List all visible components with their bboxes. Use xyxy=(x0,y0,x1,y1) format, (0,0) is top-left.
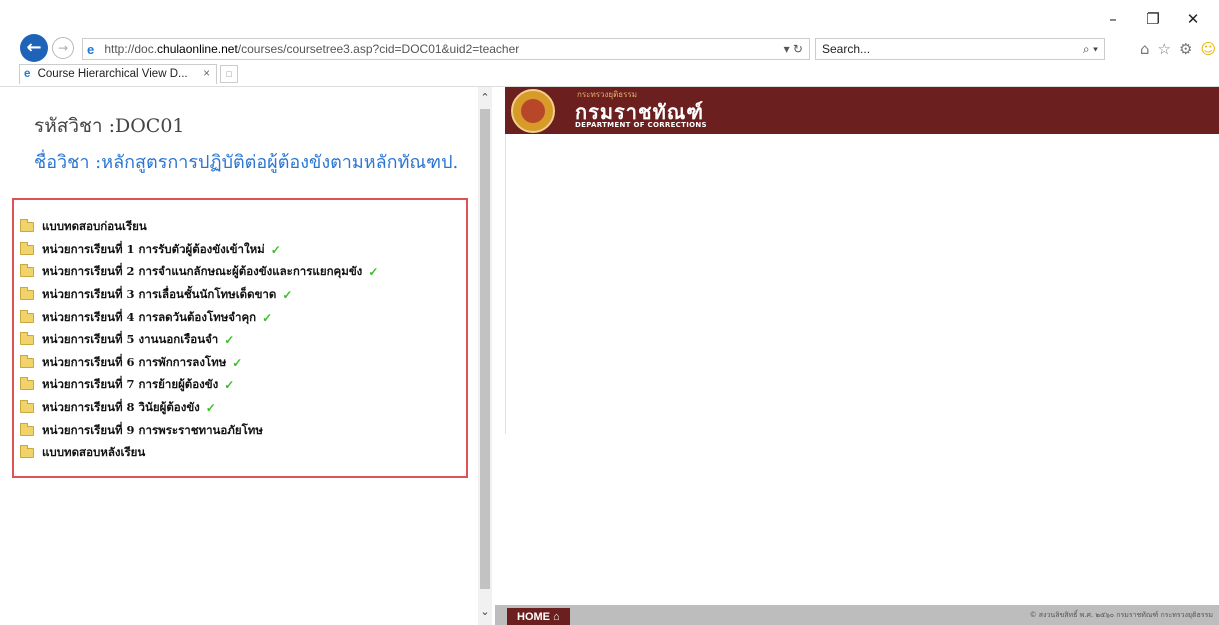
course-tree-box: แบบทดสอบก่อนเรียน หน่วยการเรียนที่ 1 การ… xyxy=(12,198,468,478)
folder-icon xyxy=(20,287,34,301)
tab-close-icon[interactable]: × xyxy=(203,65,210,84)
scroll-down-arrow-icon[interactable]: ⌄ xyxy=(478,605,492,619)
tree-item-label: หน่วยการเรียนที่ 5 งานนอกเรือนจำ xyxy=(42,332,219,347)
tab-title: Course Hierarchical View D... xyxy=(37,68,188,80)
footer-bar: HOME ⌂ © สงวนลิขสิทธิ์ พ.ศ. ๒๕๖๐ กรมราชท… xyxy=(495,605,1219,625)
folder-icon xyxy=(20,445,34,459)
ie-page-icon: e xyxy=(87,42,95,57)
favorites-star-icon[interactable]: ☆ xyxy=(1158,40,1171,58)
new-tab-button[interactable]: ▫ xyxy=(220,65,238,83)
course-code: รหัสวิชา :DOC01 xyxy=(34,115,185,137)
check-icon: ✓ xyxy=(232,355,243,370)
folder-icon xyxy=(20,219,34,233)
refresh-dropdown-icon[interactable]: ▾ ↻ xyxy=(784,39,803,59)
navigation-bar: ← → e http://doc.chulaonline.net/courses… xyxy=(0,34,1219,64)
folder-icon xyxy=(20,264,34,278)
course-tree-list: แบบทดสอบก่อนเรียน หน่วยการเรียนที่ 1 การ… xyxy=(20,216,378,465)
check-icon: ✓ xyxy=(224,378,235,393)
check-icon: ✓ xyxy=(368,265,379,280)
address-bar[interactable]: e http://doc.chulaonline.net/courses/cou… xyxy=(82,38,810,60)
feedback-smiley-icon[interactable]: ☺ xyxy=(1200,40,1216,58)
tree-item-label: หน่วยการเรียนที่ 4 การลดวันต้องโทษจำคุก xyxy=(42,309,257,324)
scroll-up-arrow-icon[interactable]: ⌃ xyxy=(478,91,492,105)
folder-icon xyxy=(20,377,34,391)
frame-divider xyxy=(505,134,506,434)
course-name: ชื่อวิชา :หลักสูตรการปฏิบัติต่อผู้ต้องขั… xyxy=(34,152,459,173)
left-frame-scrollbar[interactable]: ⌃ ⌄ xyxy=(478,87,492,625)
close-button[interactable]: ✕ xyxy=(1183,10,1203,28)
scroll-thumb[interactable] xyxy=(480,109,490,589)
restore-button[interactable]: ❐ xyxy=(1143,10,1163,28)
home-icon[interactable]: ⌂ xyxy=(1140,40,1150,58)
url-prefix: http://doc. xyxy=(104,42,158,56)
tree-item-posttest[interactable]: แบบทดสอบหลังเรียน xyxy=(20,442,378,465)
settings-gear-icon[interactable]: ⚙ xyxy=(1179,40,1192,58)
tree-item-unit-5[interactable]: หน่วยการเรียนที่ 5 งานนอกเรือนจำ ✓ xyxy=(20,329,378,352)
tree-item-unit-8[interactable]: หน่วยการเรียนที่ 8 วินัยผู้ต้องขัง ✓ xyxy=(20,397,378,420)
minimize-button[interactable]: – xyxy=(1103,10,1123,28)
page-content: รหัสวิชา :DOC01 ชื่อวิชา :หลักสูตรการปฏิ… xyxy=(0,86,1219,625)
tree-item-unit-9[interactable]: หน่วยการเรียนที่ 9 การพระราชทานอภัยโทษ xyxy=(20,419,378,442)
tree-item-unit-4[interactable]: หน่วยการเรียนที่ 4 การลดวันต้องโทษจำคุก … xyxy=(20,306,378,329)
check-icon: ✓ xyxy=(282,288,293,303)
tree-item-label: หน่วยการเรียนที่ 9 การพระราชทานอภัยโทษ xyxy=(42,422,263,437)
tree-item-label: หน่วยการเรียนที่ 8 วินัยผู้ต้องขัง xyxy=(42,400,200,415)
department-seal-logo xyxy=(511,89,555,133)
tree-item-label: หน่วยการเรียนที่ 3 การเลื่อนชั้นนักโทษเด… xyxy=(42,287,277,302)
course-tree-frame: รหัสวิชา :DOC01 ชื่อวิชา :หลักสูตรการปฏิ… xyxy=(0,87,478,625)
content-frame: กระทรวงยุติธรรม กรมราชทัณฑ์ DEPARTMENT O… xyxy=(505,87,1219,625)
search-icon[interactable]: ⌕ ▾ xyxy=(1083,39,1098,59)
tab-bar: e Course Hierarchical View D... × ▫ xyxy=(0,64,1219,86)
tree-item-label: หน่วยการเรียนที่ 2 การจำแนกลักษณะผู้ต้อง… xyxy=(42,264,363,279)
tree-item-unit-1[interactable]: หน่วยการเรียนที่ 1 การรับตัวผู้ต้องขังเข… xyxy=(20,239,378,262)
folder-icon xyxy=(20,309,34,323)
window-controls: – ❐ ✕ xyxy=(1103,10,1203,28)
toolbar-icons: ⌂ ☆ ⚙ ☺ xyxy=(1140,40,1216,58)
tree-item-label: หน่วยการเรียนที่ 6 การพักการลงโทษ xyxy=(42,354,227,369)
ie-tab-icon: e xyxy=(24,68,31,80)
tree-item-label: แบบทดสอบก่อนเรียน xyxy=(42,219,147,234)
folder-icon xyxy=(20,354,34,368)
check-icon: ✓ xyxy=(270,242,281,257)
copyright-text: © สงวนลิขสิทธิ์ พ.ศ. ๒๕๖๐ กรมราชทัณฑ์ กร… xyxy=(1029,611,1213,619)
folder-icon xyxy=(20,241,34,255)
folder-icon xyxy=(20,400,34,414)
tree-item-unit-7[interactable]: หน่วยการเรียนที่ 7 การย้ายผู้ต้องขัง ✓ xyxy=(20,374,378,397)
seal-center xyxy=(521,99,545,123)
home-button[interactable]: HOME ⌂ xyxy=(507,608,570,625)
tree-item-label: หน่วยการเรียนที่ 1 การรับตัวผู้ต้องขังเข… xyxy=(42,241,265,256)
tree-item-unit-2[interactable]: หน่วยการเรียนที่ 2 การจำแนกลักษณะผู้ต้อง… xyxy=(20,261,378,284)
search-input[interactable]: Search... ⌕ ▾ xyxy=(815,38,1105,60)
check-icon: ✓ xyxy=(262,310,273,325)
browser-window: – ❐ ✕ ← → e http://doc.chulaonline.net/c… xyxy=(0,0,1219,625)
tree-item-unit-3[interactable]: หน่วยการเรียนที่ 3 การเลื่อนชั้นนักโทษเด… xyxy=(20,284,378,307)
search-placeholder: Search... xyxy=(822,42,871,56)
url-suffix: /courses/coursetree3.asp?cid=DOC01&uid2=… xyxy=(237,42,520,56)
tree-item-unit-6[interactable]: หน่วยการเรียนที่ 6 การพักการลงโทษ ✓ xyxy=(20,352,378,375)
url-host: chulaonline.net xyxy=(157,42,238,56)
folder-icon xyxy=(20,422,34,436)
tree-item-pretest[interactable]: แบบทดสอบก่อนเรียน xyxy=(20,216,378,239)
department-banner: กระทรวงยุติธรรม กรมราชทัณฑ์ DEPARTMENT O… xyxy=(505,87,1219,134)
forward-button[interactable]: → xyxy=(52,37,74,59)
tree-item-label: หน่วยการเรียนที่ 7 การย้ายผู้ต้องขัง xyxy=(42,377,219,392)
back-button[interactable]: ← xyxy=(20,34,48,62)
check-icon: ✓ xyxy=(224,333,235,348)
folder-icon xyxy=(20,332,34,346)
department-name-english: DEPARTMENT OF CORRECTIONS xyxy=(575,121,707,129)
check-icon: ✓ xyxy=(205,401,216,416)
tab-course-view[interactable]: e Course Hierarchical View D... × xyxy=(19,64,217,84)
tree-item-label: แบบทดสอบหลังเรียน xyxy=(42,445,146,460)
